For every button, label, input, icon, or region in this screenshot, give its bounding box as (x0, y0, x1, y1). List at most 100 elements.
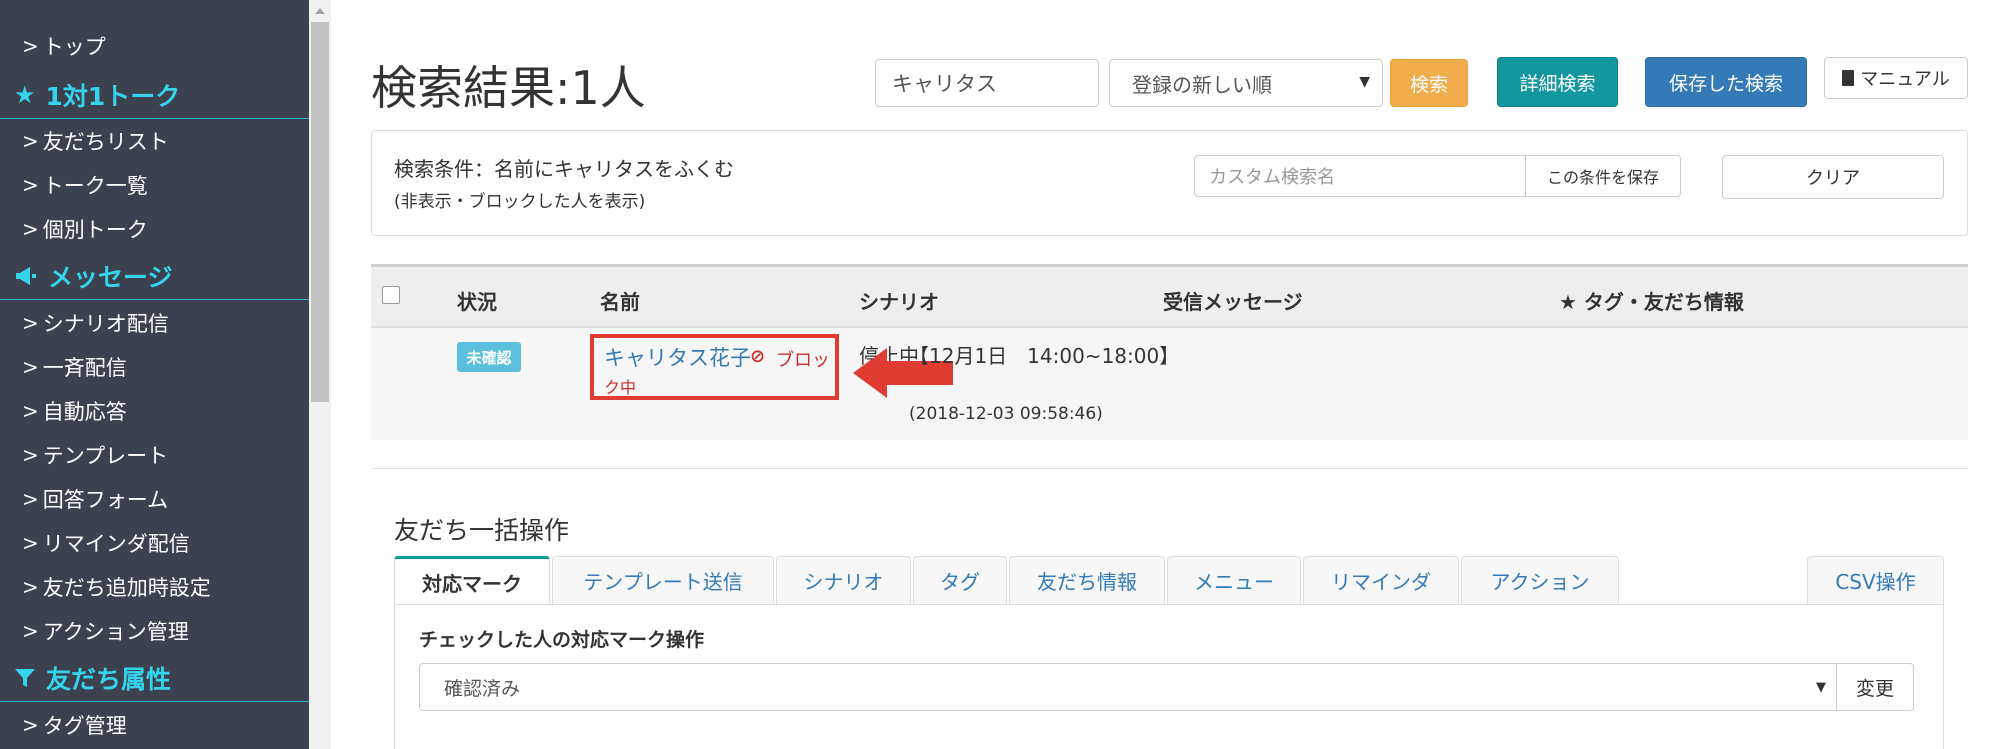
sidebar-item-label: 友だち追加時設定 (42, 576, 211, 600)
search-button[interactable]: 検索 (1390, 59, 1468, 107)
chevron-right-icon: > (22, 34, 39, 58)
received-message: 【12月1日 14:00~18:00】 (909, 344, 1180, 368)
sidebar-item-tag-management[interactable]: > タグ管理 (0, 704, 309, 746)
sidebar-item-reminder[interactable]: > リマインダ配信 (0, 522, 309, 564)
sidebar-item-label: タグ管理 (42, 714, 127, 738)
blocked-label-wrap: ク中 (604, 378, 637, 397)
caret-down-icon: ▼ (1359, 74, 1370, 90)
scrollbar-thumb[interactable] (311, 22, 329, 402)
tab-template-send[interactable]: テンプレート送信 (552, 556, 774, 604)
sidebar-item-talk-list[interactable]: > トーク一覧 (0, 164, 309, 206)
change-button[interactable]: 変更 (1836, 663, 1914, 711)
chevron-right-icon: > (22, 173, 39, 197)
search-conditions-panel: 検索条件：名前にキャリタスをふくむ (非表示・ブロックした人を表示) カスタム検… (371, 130, 1968, 236)
chevron-right-icon: > (22, 713, 39, 737)
table-header: 状況 名前 シナリオ 受信メッセージ ★ タグ・友だち情報 (371, 264, 1968, 328)
sidebar-item-label: テンプレート (42, 444, 169, 468)
search-conditions-note: (非表示・ブロックした人を表示) (394, 192, 646, 212)
sidebar-item-label: リマインダ配信 (42, 532, 190, 556)
sidebar-item-friend-add-settings[interactable]: > 友だち追加時設定 (0, 566, 309, 608)
chevron-right-icon: > (22, 217, 39, 241)
chevron-right-icon: > (22, 487, 39, 511)
status-badge: 未確認 (457, 342, 521, 372)
sidebar-item-friends-list[interactable]: > 友だちリスト (0, 120, 309, 162)
tab-menu[interactable]: メニュー (1167, 556, 1301, 604)
search-input[interactable] (875, 59, 1099, 107)
blocked-label: ブロッ (776, 350, 830, 371)
sidebar-item-label: アクション管理 (42, 620, 189, 644)
chevron-right-icon: > (22, 619, 39, 643)
sidebar-item-label: 回答フォーム (42, 488, 169, 512)
divider (371, 468, 1968, 469)
page-title: 検索結果:1人 (371, 61, 646, 115)
sidebar-head-label: 友だち属性 (46, 664, 172, 694)
tab-tag[interactable]: タグ (913, 556, 1007, 604)
mark-operation-label: チェックした人の対応マーク操作 (419, 629, 705, 651)
sidebar-head-talk: ★ 1対1トーク (0, 71, 309, 119)
star-icon: ★ (14, 80, 36, 109)
received-message-time: (2018-12-03 09:58:46) (909, 404, 1103, 424)
sidebar-item-top[interactable]: > トップ (0, 25, 309, 67)
tab-mark[interactable]: 対応マーク (394, 556, 550, 605)
megaphone-icon (14, 266, 38, 286)
chevron-right-icon: > (22, 355, 39, 379)
custom-search-name-input[interactable]: カスタム検索名 (1194, 155, 1526, 197)
chevron-right-icon: > (22, 399, 39, 423)
manual-button[interactable]: マニュアル (1824, 57, 1968, 99)
ban-icon: ⊘ (750, 346, 766, 367)
chevron-right-icon: > (22, 311, 39, 335)
sidebar-head-message: メッセージ (0, 252, 309, 300)
sidebar-item-scenario[interactable]: > シナリオ配信 (0, 302, 309, 344)
tab-scenario[interactable]: シナリオ (776, 556, 911, 604)
sort-select[interactable]: 登録の新しい順 ▼ (1109, 59, 1383, 107)
sidebar-item-label: トーク一覧 (42, 174, 148, 198)
caret-down-icon: ▼ (1816, 680, 1826, 695)
column-header-message: 受信メッセージ (1163, 290, 1303, 314)
sidebar-item-label: トップ (42, 35, 106, 59)
column-header-status: 状況 (457, 290, 497, 314)
filter-icon (14, 667, 36, 689)
sidebar-item-action-management[interactable]: > アクション管理 (0, 610, 309, 652)
column-header-tags: ★ タグ・友だち情報 (1559, 290, 1744, 314)
tab-reminder[interactable]: リマインダ (1303, 556, 1459, 604)
sidebar-head-attributes: 友だち属性 (0, 654, 309, 702)
advanced-search-button[interactable]: 詳細検索 (1497, 57, 1618, 107)
column-header-name: 名前 (600, 290, 640, 314)
sidebar-item-broadcast[interactable]: > 一斉配信 (0, 346, 309, 388)
save-conditions-button[interactable]: この条件を保存 (1525, 155, 1681, 197)
sidebar-item-label: シナリオ配信 (42, 312, 169, 336)
chevron-right-icon: > (22, 129, 39, 153)
sidebar-item-label: 自動応答 (42, 400, 127, 424)
sidebar-item-answer-form[interactable]: > 回答フォーム (0, 478, 309, 520)
chevron-right-icon: > (22, 443, 39, 467)
sidebar-head-label: 1対1トーク (45, 81, 181, 111)
chevron-right-icon: > (22, 575, 39, 599)
sort-select-value: 登録の新しい順 (1132, 72, 1272, 97)
results-table: 状況 名前 シナリオ 受信メッセージ ★ タグ・友だち情報 未確認 停止中 キャ… (371, 264, 1968, 440)
sidebar: > トップ ★ 1対1トーク > 友だちリスト > トーク一覧 > 個別トーク メッセージ… (0, 0, 309, 749)
tab-panel-mark: チェックした人の対応マーク操作 確認済み ▼ 変更 (394, 604, 1944, 749)
column-header-scenario: シナリオ (859, 290, 939, 314)
mark-select[interactable]: 確認済み ▼ (419, 663, 1837, 711)
mark-select-value: 確認済み (444, 677, 521, 700)
tab-action[interactable]: アクション (1461, 556, 1619, 604)
sidebar-item-individual-talk[interactable]: > 個別トーク (0, 208, 309, 250)
clear-button[interactable]: クリア (1722, 155, 1944, 199)
select-all-checkbox[interactable] (382, 286, 400, 304)
search-conditions-text: 検索条件：名前にキャリタスをふくむ (394, 157, 734, 181)
sidebar-head-label: メッセージ (48, 262, 173, 292)
sidebar-item-label: 友だちリスト (42, 130, 169, 154)
sidebar-item-auto-reply[interactable]: > 自動応答 (0, 390, 309, 432)
tab-friend-info[interactable]: 友だち情報 (1009, 556, 1165, 604)
manual-button-label: マニュアル (1860, 69, 1950, 90)
saved-search-button[interactable]: 保存した検索 (1645, 57, 1807, 107)
table-row[interactable]: 未確認 停止中 キャリタス花子 ⊘ ブロッ ク中 【12月1日 14:00~18… (371, 328, 1968, 440)
scroll-up-arrow-icon[interactable] (315, 8, 325, 14)
highlight-box: キャリタス花子 ⊘ ブロッ ク中 (590, 334, 839, 400)
sidebar-scrollbar[interactable] (309, 0, 331, 749)
friend-name-link[interactable]: キャリタス花子 (604, 342, 751, 372)
tab-csv[interactable]: CSV操作 (1807, 556, 1944, 604)
chevron-right-icon: > (22, 531, 39, 555)
sidebar-item-template[interactable]: > テンプレート (0, 434, 309, 476)
sidebar-item-label: 個別トーク (42, 218, 148, 242)
